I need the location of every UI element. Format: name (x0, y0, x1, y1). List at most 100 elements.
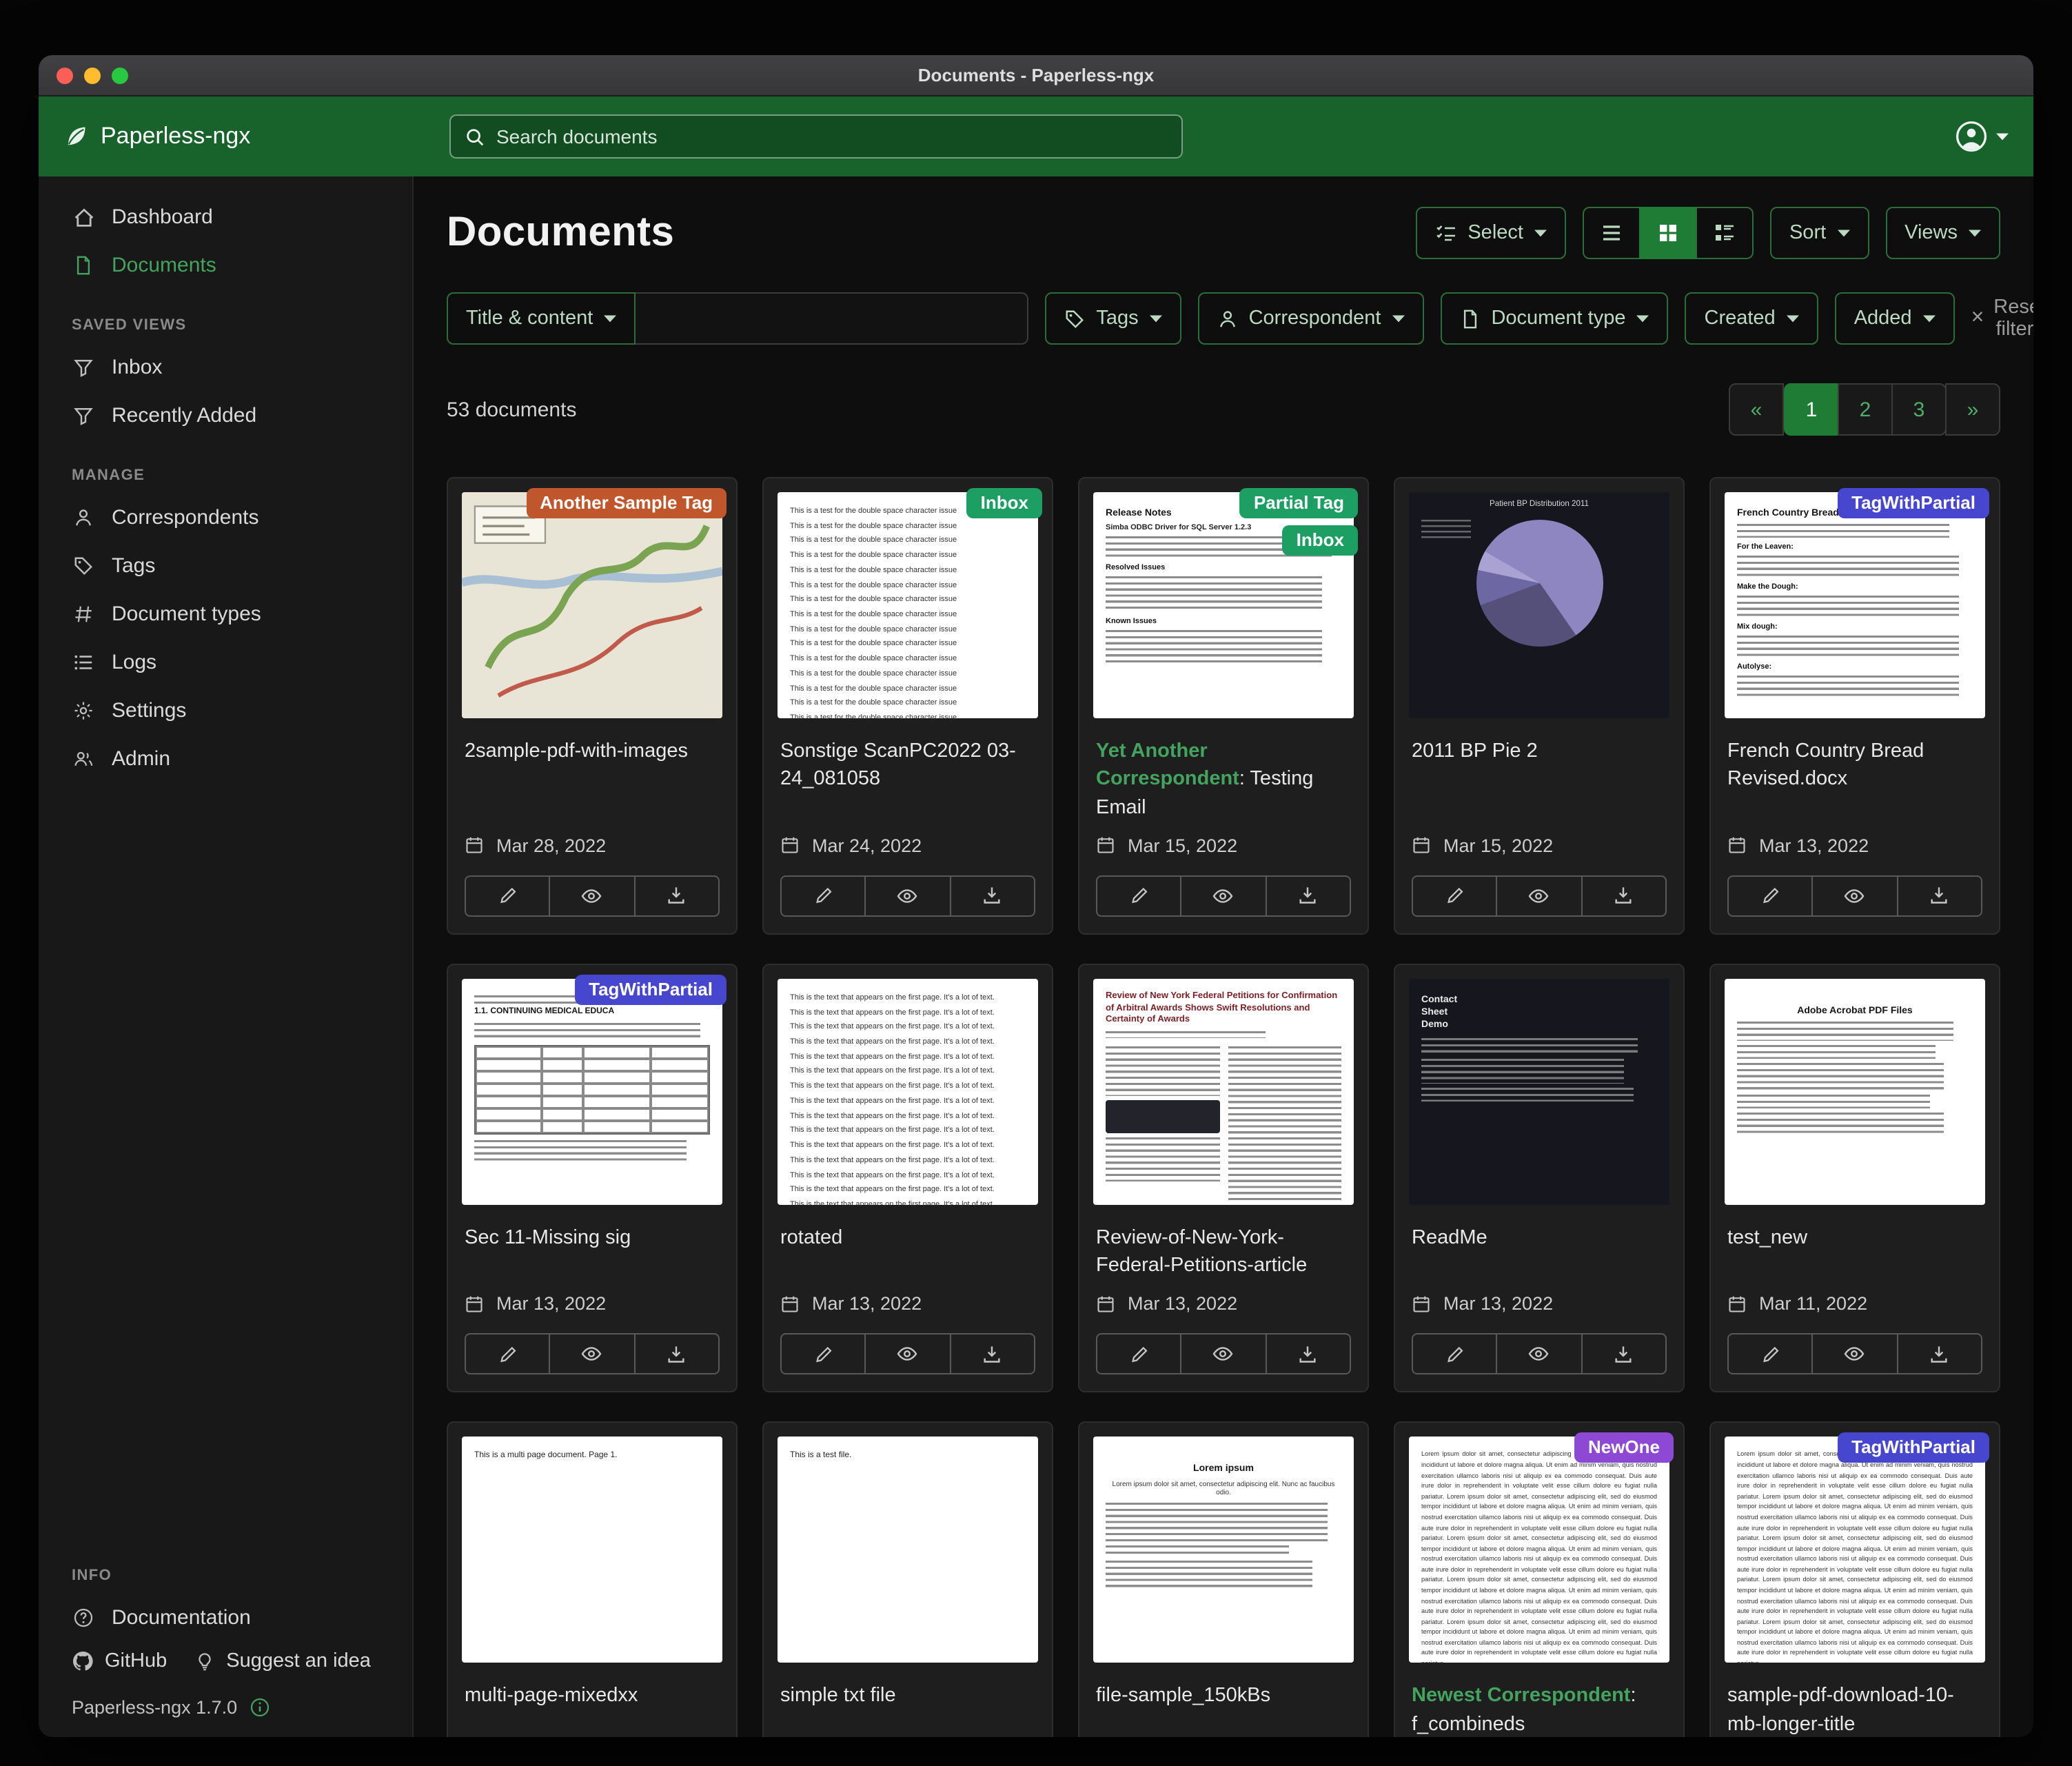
download-document-button[interactable] (1896, 1334, 1982, 1375)
document-card[interactable]: Contact Sheet Demo ReadMe Mar 13, 2022 (1394, 964, 1685, 1393)
view-document-button[interactable] (865, 1334, 951, 1375)
view-document-button[interactable] (549, 875, 636, 917)
github-link[interactable]: GitHub (72, 1650, 167, 1672)
document-title[interactable]: 2sample-pdf-with-images (448, 724, 736, 795)
view-document-button[interactable] (1181, 1334, 1267, 1375)
tag-badge[interactable]: TagWithPartial (1838, 1433, 1989, 1463)
document-card[interactable]: This is the text that appears on the fir… (762, 964, 1053, 1393)
download-document-button[interactable] (633, 1334, 720, 1375)
grid-view-button[interactable] (1639, 207, 1697, 259)
edit-document-button[interactable] (465, 1334, 551, 1375)
view-document-button[interactable] (1812, 875, 1898, 917)
sidebar-item-settings[interactable]: Settings (39, 687, 412, 735)
document-thumbnail[interactable]: This is a test file. (764, 1423, 1052, 1669)
title-content-filter-input[interactable] (636, 292, 1028, 345)
document-card[interactable]: Lorem ipsumLorem ipsum dolor sit amet, c… (1078, 1422, 1369, 1737)
document-thumbnail[interactable]: This is the text that appears on the fir… (764, 965, 1052, 1210)
edit-document-button[interactable] (1727, 1334, 1814, 1375)
view-document-button[interactable] (1496, 875, 1583, 917)
edit-document-button[interactable] (465, 875, 551, 917)
document-title[interactable]: ReadMe (1395, 1210, 1683, 1282)
document-type-filter-button[interactable]: Document type (1440, 292, 1668, 345)
document-title[interactable]: sample-pdf-download-10-mb-longer-title (1711, 1669, 1999, 1737)
document-card[interactable]: TagWithPartial Lorem ipsum dolor sit ame… (1709, 1422, 2000, 1737)
document-title[interactable]: Sec 11-Missing sig (448, 1210, 736, 1282)
document-title[interactable]: Review-of-New-York-Federal-Petitions-art… (1079, 1210, 1368, 1283)
document-thumbnail[interactable]: Review of New York Federal Petitions for… (1079, 965, 1368, 1210)
download-document-button[interactable] (1265, 875, 1351, 917)
user-menu[interactable] (1955, 120, 2009, 153)
sidebar-item-dashboard[interactable]: Dashboard (39, 193, 412, 241)
document-card[interactable]: This is a test file. simple txt file (762, 1422, 1053, 1737)
document-card[interactable]: This is a multi page document. Page 1. m… (447, 1422, 738, 1737)
document-title[interactable]: Yet Another Correspondent: Testing Email (1079, 724, 1368, 824)
tag-badge[interactable]: Another Sample Tag (526, 488, 727, 518)
document-correspondent-link[interactable]: Newest Correspondent (1412, 1685, 1630, 1707)
tags-filter-button[interactable]: Tags (1045, 292, 1181, 345)
added-filter-button[interactable]: Added (1835, 292, 1955, 345)
title-content-filter-button[interactable]: Title & content (447, 292, 636, 345)
view-document-button[interactable] (1496, 1334, 1583, 1375)
sidebar-item-correspondents[interactable]: Correspondents (39, 494, 412, 542)
zoom-window-button[interactable] (112, 67, 128, 83)
document-thumbnail[interactable]: Contact Sheet Demo (1395, 965, 1683, 1210)
edit-document-button[interactable] (1412, 875, 1498, 917)
brand[interactable]: Paperless-ngx (63, 123, 250, 150)
document-title[interactable]: 2011 BP Pie 2 (1395, 724, 1683, 795)
tag-badge[interactable]: Inbox (1283, 525, 1358, 556)
download-document-button[interactable] (633, 875, 720, 917)
document-title[interactable]: French Country Bread Revised.docx (1711, 724, 1999, 796)
document-title[interactable]: simple txt file (764, 1669, 1052, 1737)
sidebar-item-documents[interactable]: Documents (39, 241, 412, 290)
tag-badge[interactable]: TagWithPartial (1838, 488, 1989, 518)
tag-badge[interactable]: NewOne (1574, 1433, 1674, 1463)
document-card[interactable]: Review of New York Federal Petitions for… (1078, 964, 1369, 1393)
close-window-button[interactable] (57, 67, 73, 83)
edit-document-button[interactable] (1096, 875, 1182, 917)
view-document-button[interactable] (865, 875, 951, 917)
download-document-button[interactable] (949, 875, 1035, 917)
tag-badge[interactable]: TagWithPartial (575, 975, 727, 1005)
download-document-button[interactable] (1581, 1334, 1667, 1375)
sidebar-item-tags[interactable]: Tags (39, 542, 412, 590)
document-thumbnail[interactable]: Patient BP Distribution 2011 (1395, 478, 1683, 724)
view-document-button[interactable] (1181, 875, 1267, 917)
document-card[interactable]: NewOne Lorem ipsum dolor sit amet, conse… (1394, 1422, 1685, 1737)
views-button[interactable]: Views (1885, 207, 2000, 259)
next-page-button[interactable]: » (1945, 383, 2000, 436)
document-card[interactable]: TagWithPartial 1.1. CONTINUING MEDICAL E… (447, 964, 738, 1393)
edit-document-button[interactable] (1412, 1334, 1498, 1375)
document-card[interactable]: Partial TagInbox Release NotesSimba ODBC… (1078, 477, 1369, 935)
select-button[interactable]: Select (1415, 207, 1566, 259)
minimize-window-button[interactable] (84, 67, 101, 83)
list-view-button[interactable] (1583, 207, 1641, 259)
document-thumbnail[interactable]: Lorem ipsumLorem ipsum dolor sit amet, c… (1079, 1423, 1368, 1669)
detail-view-button[interactable] (1696, 207, 1754, 259)
document-thumbnail[interactable]: Adobe Acrobat PDF Files (1711, 965, 1999, 1210)
download-document-button[interactable] (1581, 875, 1667, 917)
search-input[interactable] (496, 125, 1168, 148)
edit-document-button[interactable] (780, 1334, 866, 1375)
sidebar-item-document-types[interactable]: Document types (39, 590, 412, 638)
edit-document-button[interactable] (780, 875, 866, 917)
document-card[interactable]: Patient BP Distribution 2011 2011 BP Pie… (1394, 477, 1685, 935)
document-title[interactable]: test_new (1711, 1210, 1999, 1282)
edit-document-button[interactable] (1727, 875, 1814, 917)
document-title[interactable]: multi-page-mixedxx (448, 1669, 736, 1737)
document-title[interactable]: Sonstige ScanPC2022 03-24_081058 (764, 724, 1052, 796)
sidebar-item-documentation[interactable]: Documentation (39, 1594, 412, 1642)
download-document-button[interactable] (1265, 1334, 1351, 1375)
reset-filters-button[interactable]: × Reset filters (1971, 296, 2033, 341)
sidebar-item-logs[interactable]: Logs (39, 638, 412, 687)
document-card[interactable]: Adobe Acrobat PDF Files test_new Mar 11,… (1709, 964, 2000, 1393)
view-document-button[interactable] (549, 1334, 636, 1375)
document-card[interactable]: Inbox This is a test for the double spac… (762, 477, 1053, 935)
document-card[interactable]: TagWithPartial French Country BreadFor t… (1709, 477, 2000, 935)
document-title[interactable]: rotated (764, 1210, 1052, 1282)
created-filter-button[interactable]: Created (1685, 292, 1818, 345)
suggest-idea-link[interactable]: Suggest an idea (194, 1650, 371, 1672)
page-2-button[interactable]: 2 (1838, 383, 1893, 436)
tag-badge[interactable]: Inbox (967, 488, 1042, 518)
correspondent-filter-button[interactable]: Correspondent (1198, 292, 1424, 345)
view-document-button[interactable] (1812, 1334, 1898, 1375)
